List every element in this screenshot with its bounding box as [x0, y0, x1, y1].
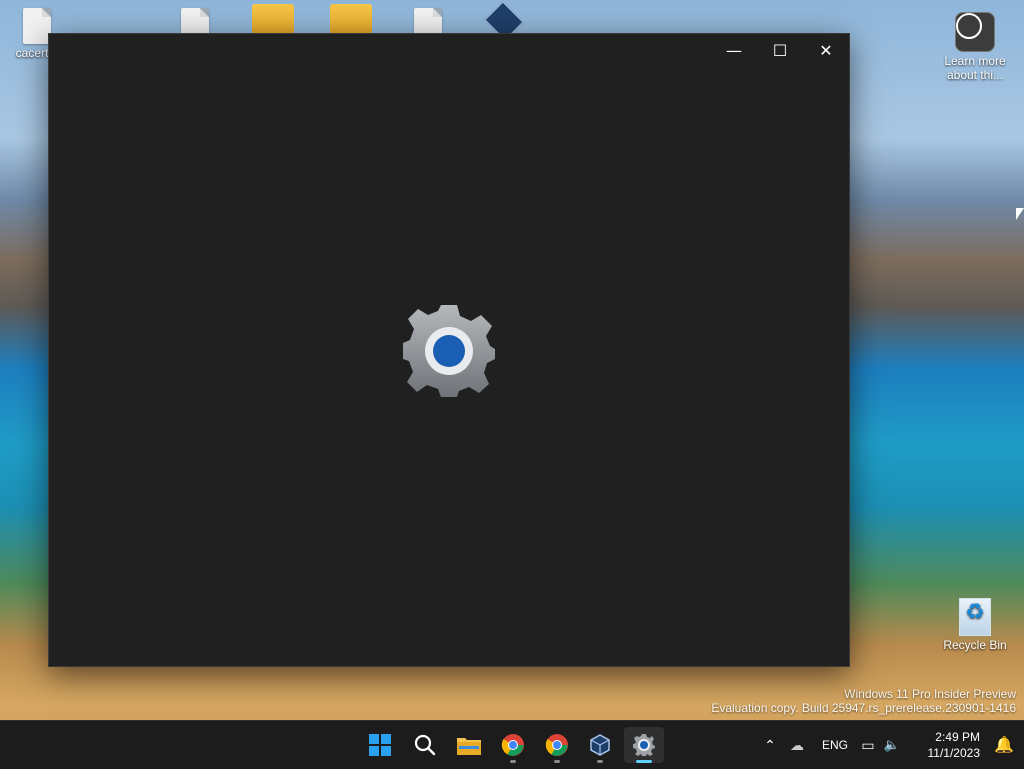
onedrive-icon[interactable]: ☁ — [780, 737, 814, 754]
desktop-icon-folder-1[interactable] — [238, 4, 308, 36]
running-indicator — [554, 760, 560, 763]
watermark-line-2: Evaluation copy. Build 25947.rs_prerelea… — [711, 701, 1016, 715]
settings-window[interactable]: — ☐ ✕ — [48, 33, 850, 667]
learn-more-label: Learn more about thi... — [944, 54, 1006, 82]
language-indicator[interactable]: ENG — [814, 738, 856, 752]
folder-icon — [457, 738, 481, 755]
recycle-bin-label: Recycle Bin — [943, 638, 1007, 652]
folder-icon — [252, 4, 294, 34]
file-icon — [23, 8, 51, 44]
chrome-button-1[interactable] — [493, 727, 533, 763]
start-button[interactable] — [360, 727, 400, 763]
close-button[interactable]: ✕ — [803, 34, 849, 66]
notification-bell-icon[interactable]: 🔔 — [994, 735, 1014, 754]
minimize-icon: — — [726, 40, 742, 60]
chrome-button-2[interactable] — [537, 727, 577, 763]
watermark-line-1: Windows 11 Pro Insider Preview — [844, 687, 1016, 701]
volume-icon[interactable]: 🔈 — [880, 737, 904, 753]
windows-watermark: Windows 11 Pro Insider Preview Evaluatio… — [711, 687, 1016, 715]
settings-gear-icon — [399, 301, 499, 401]
system-tray: ⌃ ☁ ENG ▭ 🔈 — [760, 721, 904, 769]
virtualbox-button[interactable] — [580, 727, 620, 763]
settings-gear-icon — [633, 734, 655, 756]
clock-time: 2:49 PM — [935, 730, 980, 744]
settings-button[interactable] — [624, 727, 664, 763]
search-button[interactable] — [405, 727, 445, 763]
clock[interactable]: 2:49 PM 11/1/2023 — [928, 729, 981, 761]
desktop-icon-learn-more[interactable]: Learn more about thi... — [940, 12, 1010, 82]
learn-more-icon — [955, 12, 995, 52]
chevron-up-icon[interactable]: ⌃ — [760, 737, 780, 754]
network-icon[interactable]: ▭ — [856, 737, 880, 754]
maximize-button[interactable]: ☐ — [757, 34, 803, 66]
running-indicator — [510, 760, 516, 763]
desktop-icon-recycle-bin[interactable]: ♻ Recycle Bin — [940, 598, 1010, 652]
file-explorer-button[interactable] — [449, 727, 489, 763]
windows-logo-icon — [369, 734, 391, 756]
recycle-bin-icon: ♻ — [959, 598, 991, 636]
mouse-cursor — [1016, 208, 1024, 220]
taskbar: ⌃ ☁ ENG ▭ 🔈 2:49 PM 11/1/2023 🔔 — [0, 720, 1024, 769]
close-icon: ✕ — [819, 40, 833, 60]
chrome-icon — [545, 734, 568, 756]
desktop-icon-folder-2[interactable] — [316, 4, 386, 36]
maximize-icon: ☐ — [772, 40, 788, 60]
virtualbox-icon — [590, 734, 610, 756]
search-icon — [414, 734, 436, 756]
folder-icon — [330, 4, 372, 34]
active-indicator — [636, 760, 652, 763]
chrome-icon — [501, 734, 524, 756]
running-indicator — [597, 760, 603, 763]
clock-date: 11/1/2023 — [927, 746, 981, 760]
minimize-button[interactable]: — — [711, 34, 757, 66]
